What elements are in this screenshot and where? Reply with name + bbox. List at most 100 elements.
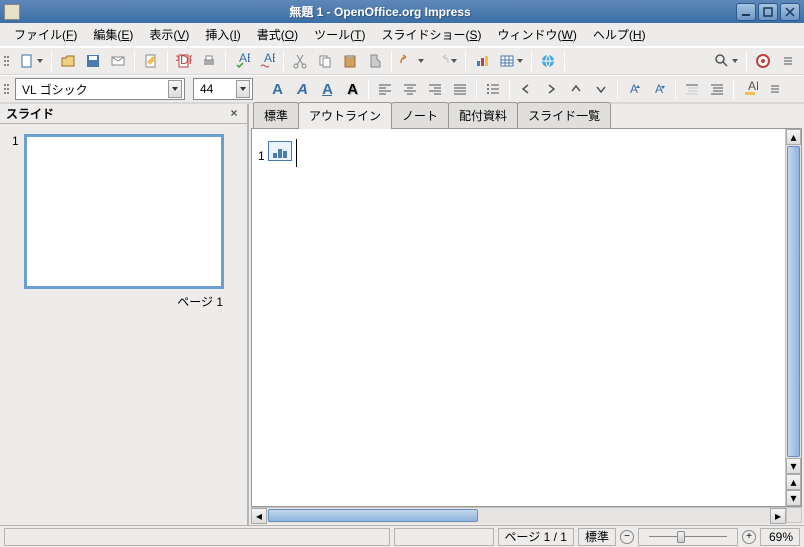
status-cell bbox=[4, 528, 390, 546]
underline-button[interactable]: A bbox=[315, 77, 339, 101]
svg-text:PDF: PDF bbox=[176, 53, 192, 67]
zoom-out-button[interactable]: − bbox=[620, 530, 634, 544]
format-paintbrush-button[interactable] bbox=[363, 49, 387, 73]
char-color-button[interactable]: ABC bbox=[738, 77, 762, 101]
scroll-up-button[interactable]: ▴ bbox=[786, 129, 801, 145]
increase-font-button[interactable]: A bbox=[622, 77, 646, 101]
export-pdf-button[interactable]: PDF bbox=[172, 49, 196, 73]
align-center-button[interactable] bbox=[398, 77, 422, 101]
work-area: 標準 アウトライン ノート 配付資料 スライド一覧 1 ▴ ▾ ▴ ▾ bbox=[249, 104, 804, 525]
slide-thumbnail[interactable] bbox=[24, 134, 224, 289]
scroll-down-button[interactable]: ▾ bbox=[786, 458, 801, 474]
italic-button[interactable]: A bbox=[290, 77, 314, 101]
tab-notes[interactable]: ノート bbox=[391, 102, 449, 128]
font-name-combo[interactable]: VL ゴシック bbox=[15, 78, 185, 100]
minimize-button[interactable] bbox=[736, 3, 756, 21]
close-icon[interactable]: × bbox=[227, 107, 241, 121]
menu-slideshow[interactable]: スライドショー(S) bbox=[374, 23, 490, 46]
redo-button[interactable] bbox=[429, 49, 461, 73]
slide-list[interactable]: 1 ページ 1 bbox=[0, 124, 247, 525]
outline-canvas[interactable]: 1 bbox=[252, 129, 785, 506]
menu-file[interactable]: ファイル(F) bbox=[6, 23, 85, 46]
all-levels-button[interactable] bbox=[705, 77, 729, 101]
font-size-combo[interactable]: 44 bbox=[193, 78, 253, 100]
cut-button[interactable] bbox=[288, 49, 312, 73]
toolbar-overflow[interactable] bbox=[763, 77, 787, 101]
hscroll-row: ◂ ▸ bbox=[251, 507, 802, 523]
demote-button[interactable] bbox=[539, 77, 563, 101]
main-area: スライド × 1 ページ 1 標準 アウトライン ノート 配付資料 スライド一覧… bbox=[0, 103, 804, 525]
slide-panel: スライド × 1 ページ 1 bbox=[0, 104, 249, 525]
vertical-scrollbar[interactable]: ▴ ▾ ▴ ▾ bbox=[785, 129, 801, 506]
promote-button[interactable] bbox=[514, 77, 538, 101]
move-down-button[interactable] bbox=[589, 77, 613, 101]
menu-help[interactable]: ヘルプ(H) bbox=[585, 23, 654, 46]
new-button[interactable] bbox=[15, 49, 47, 73]
tab-handout[interactable]: 配付資料 bbox=[448, 102, 518, 128]
scroll-thumb[interactable] bbox=[268, 509, 478, 522]
horizontal-scrollbar[interactable]: ◂ ▸ bbox=[251, 507, 786, 523]
menu-tools[interactable]: ツール(T) bbox=[306, 23, 373, 46]
decrease-font-button[interactable]: A bbox=[647, 77, 671, 101]
tab-slidesorter[interactable]: スライド一覧 bbox=[517, 102, 611, 128]
prev-slide-button[interactable]: ▴ bbox=[786, 474, 801, 490]
tab-outline[interactable]: アウトライン bbox=[298, 102, 392, 129]
shadow-button[interactable]: A bbox=[340, 77, 364, 101]
bold-button[interactable]: A bbox=[265, 77, 289, 101]
copy-button[interactable] bbox=[313, 49, 337, 73]
zoom-in-button[interactable]: + bbox=[742, 530, 756, 544]
format-toolbar: VL ゴシック 44 A A A A A A ABC bbox=[0, 75, 804, 103]
edit-file-button[interactable] bbox=[139, 49, 163, 73]
toolbar-grip[interactable] bbox=[4, 78, 12, 100]
zoom-slider[interactable] bbox=[638, 528, 738, 546]
align-right-button[interactable] bbox=[423, 77, 447, 101]
move-up-button[interactable] bbox=[564, 77, 588, 101]
slide-panel-header: スライド × bbox=[0, 104, 247, 124]
status-page: ページ 1 / 1 bbox=[498, 528, 574, 546]
zoom-tool-button[interactable] bbox=[710, 49, 742, 73]
zoom-value[interactable]: 69% bbox=[760, 528, 800, 546]
first-level-button[interactable] bbox=[680, 77, 704, 101]
outline-slide-number: 1 bbox=[258, 149, 265, 163]
toolbar-overflow[interactable] bbox=[776, 49, 800, 73]
table-button[interactable] bbox=[495, 49, 527, 73]
save-button[interactable] bbox=[81, 49, 105, 73]
next-slide-button[interactable]: ▾ bbox=[786, 490, 801, 506]
chevron-down-icon[interactable] bbox=[168, 80, 182, 98]
menu-window[interactable]: ウィンドウ(W) bbox=[490, 23, 585, 46]
zoom-knob[interactable] bbox=[677, 531, 685, 543]
font-size-value: 44 bbox=[200, 82, 213, 96]
menu-insert[interactable]: 挿入(I) bbox=[197, 23, 248, 46]
maximize-button[interactable] bbox=[758, 3, 778, 21]
print-button[interactable] bbox=[197, 49, 221, 73]
hyperlink-button[interactable] bbox=[536, 49, 560, 73]
paste-button[interactable] bbox=[338, 49, 362, 73]
tab-normal[interactable]: 標準 bbox=[253, 102, 299, 128]
chevron-down-icon[interactable] bbox=[236, 80, 250, 98]
help-button[interactable] bbox=[751, 49, 775, 73]
app-icon bbox=[4, 4, 20, 20]
email-button[interactable] bbox=[106, 49, 130, 73]
scroll-left-button[interactable]: ◂ bbox=[251, 508, 267, 524]
svg-text:ABC: ABC bbox=[239, 53, 250, 65]
menu-view[interactable]: 表示(V) bbox=[141, 23, 197, 46]
slide-number: 1 bbox=[12, 134, 19, 148]
status-mode[interactable]: 標準 bbox=[578, 528, 616, 546]
menu-edit[interactable]: 編集(E) bbox=[85, 23, 141, 46]
close-button[interactable] bbox=[780, 3, 800, 21]
align-left-button[interactable] bbox=[373, 77, 397, 101]
toolbar-grip[interactable] bbox=[4, 50, 12, 72]
scroll-right-button[interactable]: ▸ bbox=[770, 508, 786, 524]
align-justify-button[interactable] bbox=[448, 77, 472, 101]
spellcheck-button[interactable]: ABC bbox=[230, 49, 254, 73]
slide-icon[interactable] bbox=[268, 141, 292, 161]
menu-bar: ファイル(F) 編集(E) 表示(V) 挿入(I) 書式(O) ツール(T) ス… bbox=[0, 23, 804, 47]
open-button[interactable] bbox=[56, 49, 80, 73]
undo-button[interactable] bbox=[396, 49, 428, 73]
svg-text:ABC: ABC bbox=[748, 81, 758, 93]
menu-format[interactable]: 書式(O) bbox=[249, 23, 306, 46]
scroll-thumb[interactable] bbox=[787, 146, 800, 457]
bullets-button[interactable] bbox=[481, 77, 505, 101]
auto-spellcheck-button[interactable]: ABC bbox=[255, 49, 279, 73]
chart-button[interactable] bbox=[470, 49, 494, 73]
